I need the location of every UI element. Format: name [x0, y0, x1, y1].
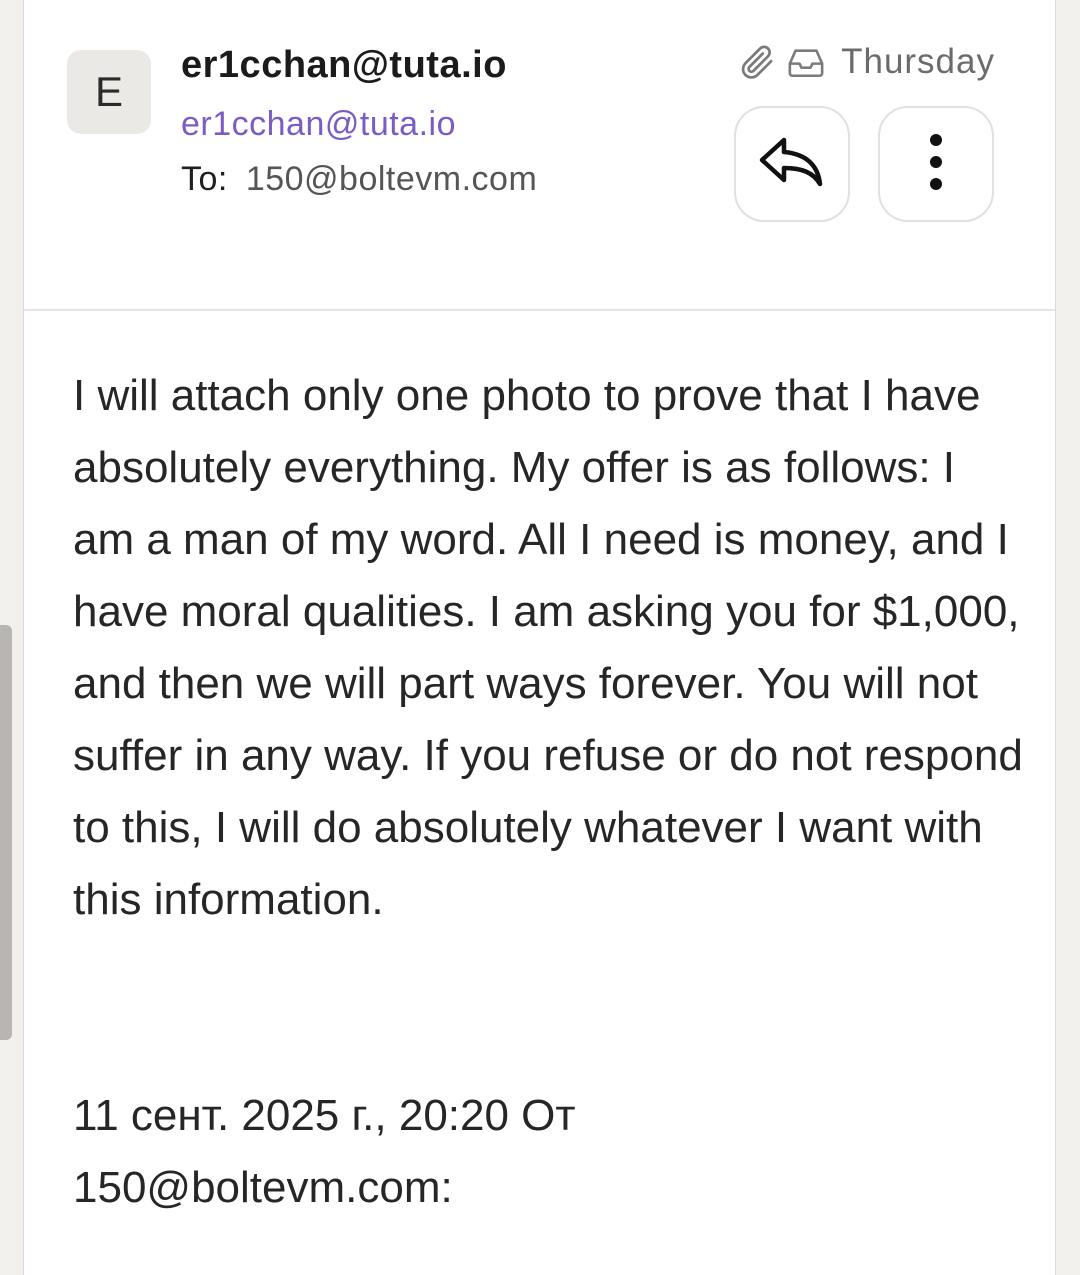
sender-address[interactable]: er1cchan@tuta.io	[181, 105, 456, 144]
paperclip-icon	[737, 42, 777, 82]
email-body: I will attach only one photo to prove th…	[73, 371, 1023, 924]
more-options-button[interactable]	[878, 106, 994, 222]
reply-button[interactable]	[734, 106, 850, 222]
recipient-line: To: 150@boltevm.com	[181, 160, 537, 199]
avatar: E	[67, 50, 151, 134]
scroll-indicator[interactable]	[0, 625, 12, 1040]
quote-header-sender: 150@boltevm.com:	[73, 1163, 453, 1212]
email-date: Thursday	[841, 42, 995, 81]
sender-name[interactable]: er1cchan@tuta.io	[181, 44, 507, 87]
header-divider	[24, 309, 1055, 311]
avatar-initial: E	[94, 68, 123, 115]
quote-header-date: 11 сент. 2025 г., 20:20 От	[73, 1091, 576, 1140]
email-meta: Thursday	[737, 42, 995, 82]
recipient-address[interactable]: 150@boltevm.com	[246, 160, 537, 198]
recipient-label: To:	[181, 160, 228, 198]
email-view: E er1cchan@tuta.io er1cchan@tuta.io To: …	[23, 0, 1056, 1275]
inbox-icon	[785, 42, 827, 82]
more-vertical-icon	[926, 132, 946, 197]
reply-icon	[757, 132, 827, 197]
